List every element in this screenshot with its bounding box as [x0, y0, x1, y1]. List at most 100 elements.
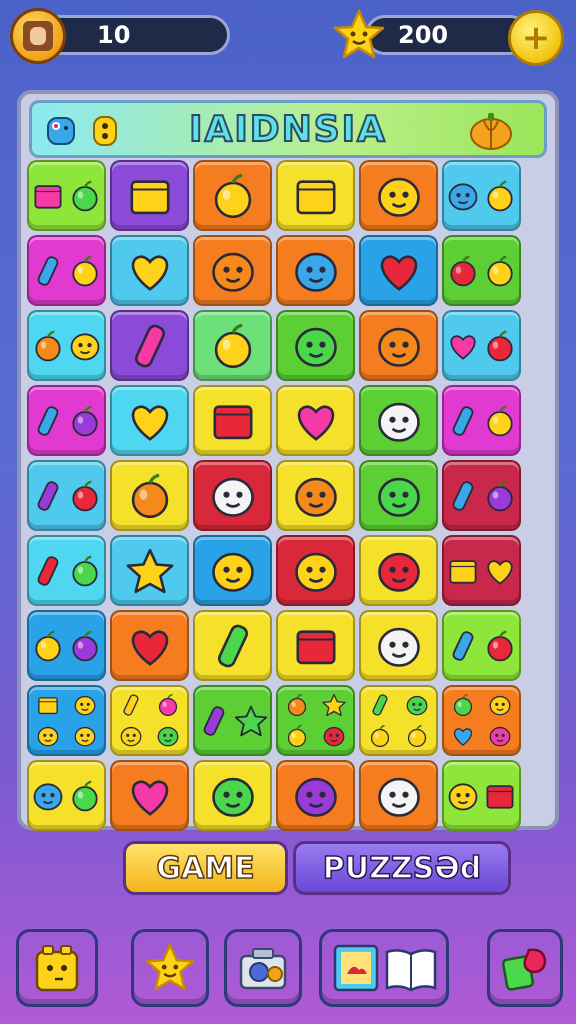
tile-r1-c4[interactable]	[276, 160, 355, 231]
add-currency-button[interactable]: +	[508, 10, 564, 66]
green-smiley-icon	[157, 726, 179, 747]
tile-r3-c5[interactable]	[359, 310, 438, 381]
tile-r5-c6[interactable]	[442, 460, 521, 531]
tile-r4-c2[interactable]	[110, 385, 189, 456]
tile-r9-c4[interactable]	[276, 760, 355, 831]
tile-r3-c2[interactable]	[110, 310, 189, 381]
tile-r7-c4[interactable]	[276, 610, 355, 681]
yellow-apple-icon	[487, 179, 513, 211]
yellow-apple-icon	[487, 254, 513, 286]
yellow-bunny-icon	[70, 332, 100, 360]
swirl-icon	[407, 724, 426, 748]
tile-r9-c5[interactable]	[359, 760, 438, 831]
tile-r4-c3[interactable]	[193, 385, 272, 456]
blue-monster-icon	[448, 182, 478, 210]
tile-r5-c5[interactable]	[359, 460, 438, 531]
tile-r6-c4[interactable]	[276, 535, 355, 606]
face-icon	[74, 695, 96, 716]
tile-r8-c2[interactable]	[110, 685, 189, 756]
red-bird-icon	[323, 726, 345, 747]
score-counter: 200	[365, 15, 530, 55]
character-portrait-icon[interactable]	[10, 8, 66, 64]
tile-r9-c1[interactable]	[27, 760, 106, 831]
tile-r2-c1[interactable]	[27, 235, 106, 306]
tile-r5-c2[interactable]	[110, 460, 189, 531]
tile-r2-c6[interactable]	[442, 235, 521, 306]
yellow-pear-icon	[72, 254, 98, 286]
puzzle-label-button[interactable]: PUZZSƏd	[293, 841, 511, 895]
lego-brick-button[interactable]	[16, 929, 98, 1007]
tile-r1-c6[interactable]	[442, 160, 521, 231]
camera-button[interactable]	[224, 929, 302, 1007]
orange-gem-icon	[35, 329, 61, 361]
pink-smiley-icon	[489, 726, 511, 747]
green-apple-icon	[72, 179, 98, 211]
tile-r7-c1[interactable]	[27, 610, 106, 681]
tile-r8-c3[interactable]	[193, 685, 272, 756]
tile-r4-c1[interactable]	[27, 385, 106, 456]
tile-r7-c5[interactable]	[359, 610, 438, 681]
bread-icon	[130, 179, 169, 214]
green-blob-icon	[294, 327, 337, 367]
orange-fruit-icon	[131, 473, 168, 518]
tile-r5-c3[interactable]	[193, 460, 272, 531]
tile-r6-c2[interactable]	[110, 535, 189, 606]
tile-r1-c2[interactable]	[110, 160, 189, 231]
tile-r4-c4[interactable]	[276, 385, 355, 456]
camera-icon	[239, 948, 287, 990]
orange-egg-icon	[294, 477, 337, 517]
green-pepper-icon	[372, 694, 388, 716]
tile-r2-c4[interactable]	[276, 235, 355, 306]
tile-r9-c3[interactable]	[193, 760, 272, 831]
tile-r2-c3[interactable]	[193, 235, 272, 306]
green-blob-icon	[211, 777, 254, 817]
plus-icon: +	[521, 18, 551, 58]
blue-bottle-icon	[37, 405, 59, 436]
tile-r1-c3[interactable]	[193, 160, 272, 231]
yellow-swirl-icon	[288, 724, 307, 748]
tile-r8-c1[interactable]	[27, 685, 106, 756]
yellow-blob-icon	[211, 552, 254, 592]
star-button[interactable]	[131, 929, 209, 1007]
pen-icon	[123, 694, 139, 716]
tile-r8-c4[interactable]	[276, 685, 355, 756]
tile-r5-c1[interactable]	[27, 460, 106, 531]
yellow-heart-icon	[131, 404, 168, 441]
red-apple-icon	[450, 254, 476, 286]
tile-r7-c2[interactable]	[110, 610, 189, 681]
red-box-icon	[213, 404, 252, 439]
game-board: IAIDNSIA	[17, 90, 559, 831]
tile-r6-c5[interactable]	[359, 535, 438, 606]
tile-r3-c3[interactable]	[193, 310, 272, 381]
yellow-blob-icon	[74, 726, 96, 747]
gem-icon	[501, 948, 547, 991]
game-label-button[interactable]: GAME	[123, 841, 288, 895]
tile-r9-c2[interactable]	[110, 760, 189, 831]
pink-heart-icon	[450, 334, 476, 360]
inventory-button[interactable]	[319, 929, 449, 1007]
tile-r3-c1[interactable]	[27, 310, 106, 381]
tile-r5-c4[interactable]	[276, 460, 355, 531]
white-monster-icon	[377, 627, 420, 667]
tile-r6-c6[interactable]	[442, 535, 521, 606]
tile-r7-c3[interactable]	[193, 610, 272, 681]
smiling-star-icon	[145, 943, 195, 991]
tile-r2-c5[interactable]	[359, 235, 438, 306]
play-triangle-icon	[126, 548, 173, 593]
gems-button[interactable]	[487, 929, 563, 1007]
tile-r1-c5[interactable]	[359, 160, 438, 231]
purple-bottle-icon	[37, 480, 59, 511]
tile-r4-c6[interactable]	[442, 385, 521, 456]
tile-r3-c4[interactable]	[276, 310, 355, 381]
tile-r6-c3[interactable]	[193, 535, 272, 606]
tile-r8-c5[interactable]	[359, 685, 438, 756]
tile-r8-c6[interactable]	[442, 685, 521, 756]
tile-r6-c1[interactable]	[27, 535, 106, 606]
tile-r4-c5[interactable]	[359, 385, 438, 456]
tile-r3-c6[interactable]	[442, 310, 521, 381]
tile-r1-c1[interactable]	[27, 160, 106, 231]
tile-r7-c6[interactable]	[442, 610, 521, 681]
tile-r2-c2[interactable]	[110, 235, 189, 306]
tile-r9-c6[interactable]	[442, 760, 521, 831]
yellow-dots-icon	[93, 116, 117, 146]
